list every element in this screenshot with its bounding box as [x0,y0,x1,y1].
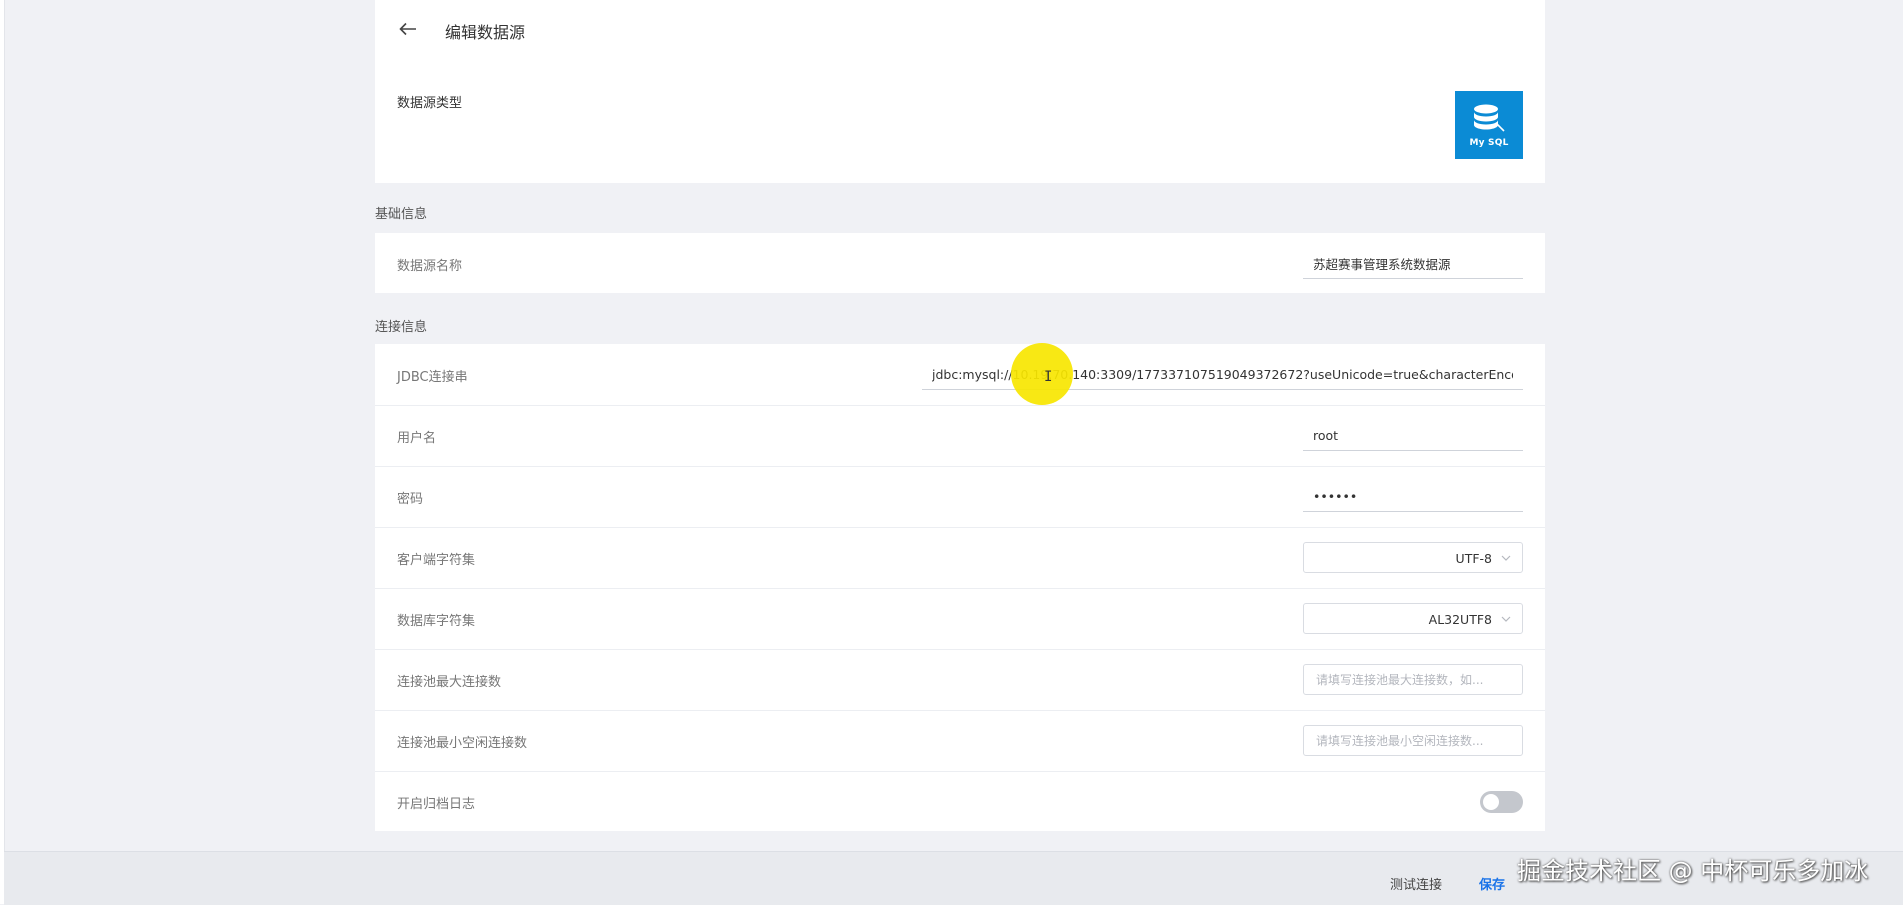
header-card: 编辑数据源 数据源类型 My SQL [375,0,1545,183]
datasource-type-label: 数据源类型 [397,96,463,111]
connection-info-card: JDBC连接串 用户名 密码 客户端字符集 UTF-8 数据库字符集 AL32U… [375,344,1545,831]
pool-min-label: 连接池最小空闲连接数 [397,736,528,751]
chevron-down-icon [1500,613,1512,625]
archive-log-row: 开启归档日志 [375,771,1545,832]
client-charset-value: UTF-8 [1455,551,1492,566]
password-input[interactable] [1303,482,1523,512]
left-edge-strip [0,0,5,904]
save-button[interactable]: 保存 [1479,874,1505,893]
username-label: 用户名 [397,431,437,446]
test-connection-button[interactable]: 测试连接 [1390,874,1442,893]
password-label: 密码 [397,492,424,507]
pool-max-input[interactable] [1303,664,1523,695]
username-row: 用户名 [375,405,1545,467]
client-charset-row: 客户端字符集 UTF-8 [375,527,1545,589]
client-charset-select[interactable]: UTF-8 [1303,542,1523,573]
username-input[interactable] [1303,421,1523,451]
toggle-knob [1483,794,1499,810]
basic-info-title: 基础信息 [375,207,428,222]
db-charset-select[interactable]: AL32UTF8 [1303,603,1523,634]
pool-min-input[interactable] [1303,725,1523,756]
client-charset-label: 客户端字符集 [397,553,476,568]
datasource-name-row: 数据源名称 [375,233,1545,294]
database-icon [1474,104,1505,132]
jdbc-row: JDBC连接串 [375,344,1545,406]
archive-log-toggle[interactable] [1480,791,1523,813]
pool-max-label: 连接池最大连接数 [397,675,502,690]
pool-max-row: 连接池最大连接数 [375,649,1545,711]
mysql-type-tile[interactable]: My SQL [1455,91,1523,159]
archive-log-label: 开启归档日志 [397,797,476,812]
connection-info-title: 连接信息 [375,320,428,335]
db-charset-row: 数据库字符集 AL32UTF8 [375,588,1545,650]
datasource-name-input[interactable] [1303,249,1523,279]
datasource-name-label: 数据源名称 [397,259,463,274]
db-charset-value: AL32UTF8 [1428,612,1492,627]
pool-min-row: 连接池最小空闲连接数 [375,710,1545,772]
back-arrow-icon[interactable] [397,16,419,42]
mysql-logo-text: My SQL [1469,137,1509,148]
jdbc-url-input[interactable] [922,360,1523,390]
watermark-text: 掘金技术社区 @ 中杯可乐多加冰 [1517,857,1869,885]
chevron-down-icon [1500,552,1512,564]
db-charset-label: 数据库字符集 [397,614,476,629]
basic-info-card: 数据源名称 [375,233,1545,293]
page-title: 编辑数据源 [445,23,526,42]
password-row: 密码 [375,466,1545,528]
jdbc-label: JDBC连接串 [397,370,468,385]
